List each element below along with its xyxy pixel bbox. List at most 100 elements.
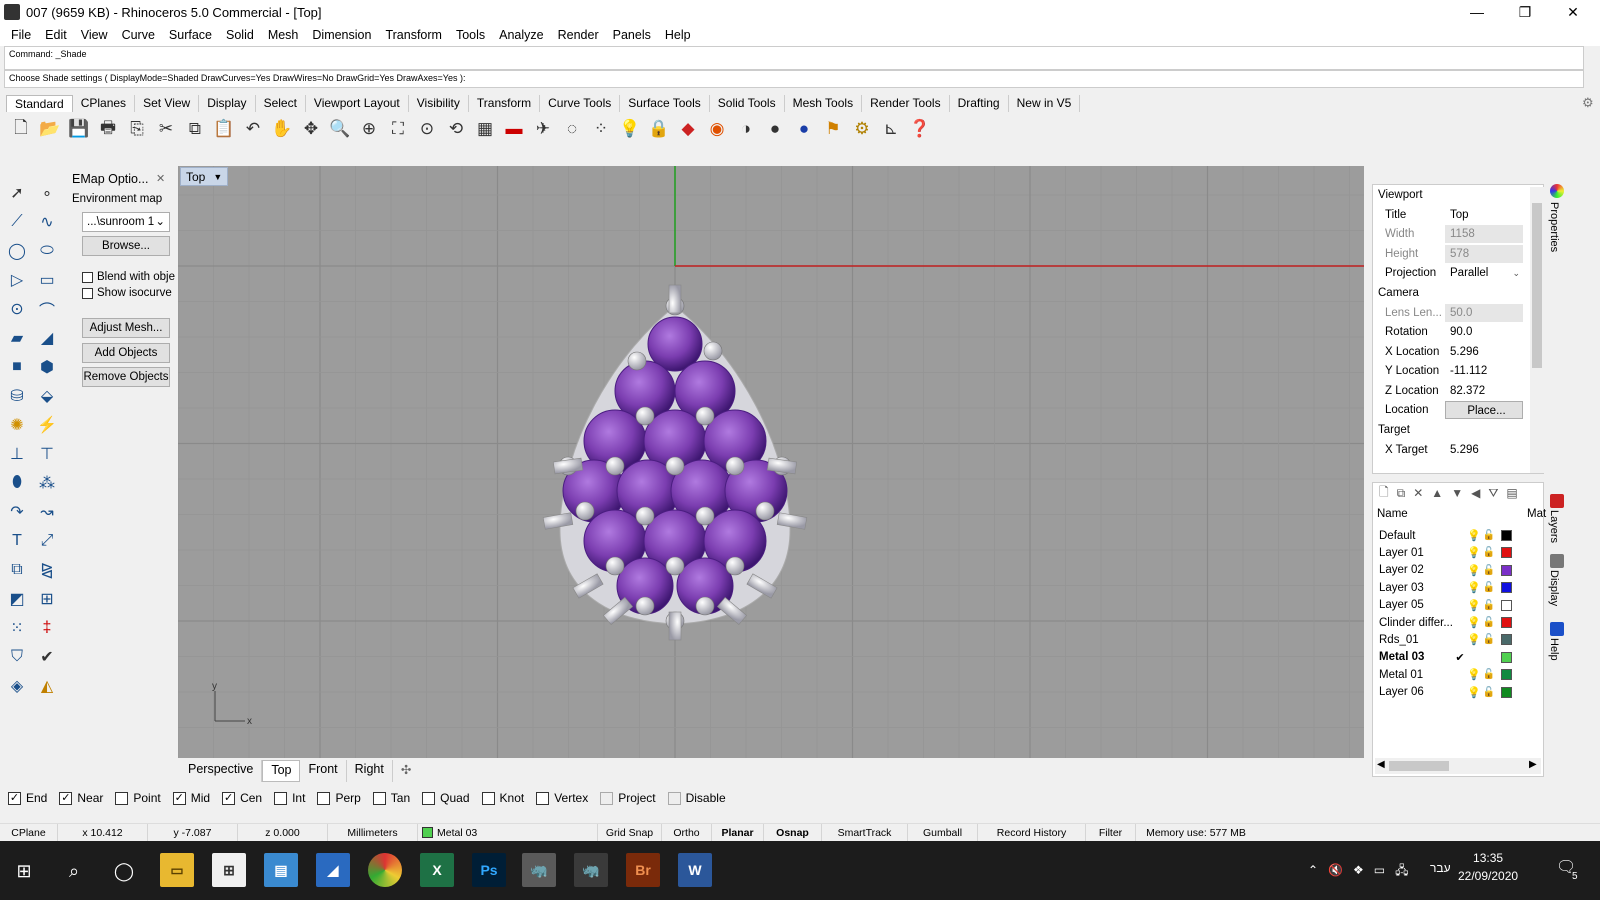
tab-cplanes[interactable]: CPlanes: [73, 95, 136, 112]
rhino-alt-taskbar-icon[interactable]: 🦏: [574, 853, 608, 887]
plane-icon[interactable]: ✈: [530, 116, 556, 142]
properties-side-tab[interactable]: Properties: [1548, 202, 1560, 252]
prop-xtarget-value[interactable]: 5.296: [1445, 441, 1523, 459]
status-layer[interactable]: Metal 03: [418, 823, 598, 842]
osnap-mid[interactable]: ✓ Mid: [172, 791, 210, 805]
menu-curve[interactable]: Curve: [115, 28, 162, 42]
tab-display[interactable]: Display: [199, 95, 256, 112]
search-icon[interactable]: ⌕: [54, 851, 94, 891]
tab-set-view[interactable]: Set View: [135, 95, 200, 112]
analyze-icon[interactable]: ⛉: [2, 642, 32, 671]
layer-row[interactable]: Default 💡 🔓: [1373, 527, 1545, 544]
layers-tab-icon[interactable]: [1550, 494, 1564, 508]
move-parent-icon[interactable]: ◀: [1471, 486, 1480, 500]
layer-row[interactable]: Clinder differ... 💡 🔓: [1373, 614, 1545, 631]
layer-icon[interactable]: ◆: [675, 116, 701, 142]
dropbox-icon[interactable]: ❖: [1353, 863, 1374, 877]
checkbox-box[interactable]: [82, 271, 93, 283]
point-icon[interactable]: ∘: [32, 178, 62, 207]
command-prompt[interactable]: Choose Shade settings ( DisplayMode=Shad…: [4, 70, 1584, 88]
menu-file[interactable]: File: [4, 28, 38, 42]
offset-icon[interactable]: ↷: [2, 497, 32, 526]
curve-icon[interactable]: ∿: [32, 207, 62, 236]
checkbox-box[interactable]: ✓: [222, 791, 236, 805]
layer-visible-icon[interactable]: 💡: [1467, 599, 1481, 612]
circle-center-icon[interactable]: ⊙: [2, 294, 32, 323]
options-gear-icon[interactable]: ⚙: [849, 116, 875, 142]
new-sublayer-icon[interactable]: ⧉: [1397, 486, 1406, 501]
split-icon[interactable]: ⊥: [2, 439, 32, 468]
checkbox-box[interactable]: [115, 791, 129, 805]
menu-view[interactable]: View: [74, 28, 115, 42]
remove-objects-button[interactable]: Remove Objects: [82, 367, 170, 387]
light-icon[interactable]: ✺: [2, 410, 32, 439]
osnap-cen[interactable]: ✓ Cen: [222, 791, 262, 805]
osnap-near[interactable]: ✓ Near: [59, 791, 103, 805]
move-view-icon[interactable]: ✥: [298, 116, 324, 142]
tab-front[interactable]: Front: [300, 760, 347, 782]
battery-icon[interactable]: ▭: [1374, 863, 1395, 877]
surface-icon[interactable]: ▰: [2, 323, 32, 352]
spotlight-icon[interactable]: ⚡: [32, 410, 62, 439]
select-all-icon[interactable]: ◌: [559, 116, 585, 142]
properties-tab-icon[interactable]: [1550, 184, 1564, 198]
tab-curve-tools[interactable]: Curve Tools: [540, 95, 621, 112]
tab-surface-tools[interactable]: Surface Tools: [620, 95, 710, 112]
tab-transform[interactable]: Transform: [469, 95, 541, 112]
checkbox-box[interactable]: ✓: [59, 791, 73, 805]
color-wheel-icon[interactable]: ◉: [704, 116, 730, 142]
layer-unlock-icon[interactable]: 🔓: [1481, 634, 1497, 645]
excel-icon[interactable]: X: [420, 853, 454, 887]
tab-solid-tools[interactable]: Solid Tools: [710, 95, 785, 112]
move-down-icon[interactable]: ▼: [1451, 486, 1463, 500]
export-icon[interactable]: ⎘: [124, 116, 150, 142]
adjust-mesh-button[interactable]: Adjust Mesh...: [82, 318, 170, 338]
checkbox-box[interactable]: [536, 791, 550, 805]
osnap-project[interactable]: Project: [600, 791, 656, 805]
status-grid-snap[interactable]: Grid Snap: [598, 823, 662, 842]
network-icon[interactable]: 🖧: [1395, 863, 1418, 877]
layer-row[interactable]: Rds_01 💡 🔓: [1373, 631, 1545, 648]
paint-icon[interactable]: ◭: [32, 671, 62, 700]
tab-right[interactable]: Right: [347, 760, 393, 782]
tab-visibility[interactable]: Visibility: [409, 95, 469, 112]
text-icon[interactable]: T: [2, 526, 32, 555]
layer-visible-icon[interactable]: 💡: [1467, 633, 1481, 646]
tab-render-tools[interactable]: Render Tools: [862, 95, 950, 112]
checkbox-box[interactable]: ✓: [172, 791, 186, 805]
menu-render[interactable]: Render: [551, 28, 606, 42]
prop-xloc-value[interactable]: 5.296: [1445, 343, 1523, 361]
polygon-icon[interactable]: ▷: [2, 265, 32, 294]
move-up-icon[interactable]: ▲: [1431, 486, 1443, 500]
trim-icon[interactable]: ⊤: [32, 439, 62, 468]
display-side-tab[interactable]: Display: [1548, 570, 1560, 606]
viewport-grid-icon[interactable]: ▦: [472, 116, 498, 142]
environment-map-select[interactable]: ...\sunroom 1 ⌄: [82, 212, 170, 232]
checkbox-box[interactable]: [82, 287, 93, 299]
copy-icon[interactable]: ⧉: [182, 116, 208, 142]
menu-tools[interactable]: Tools: [449, 28, 492, 42]
tab-viewport-layout[interactable]: Viewport Layout: [306, 95, 409, 112]
join-icon[interactable]: ⁂: [32, 468, 62, 497]
help-tab-icon[interactable]: [1550, 622, 1564, 636]
grid-array-icon[interactable]: ⁙: [2, 613, 32, 642]
zoom-extents-icon[interactable]: ⛶: [385, 116, 411, 142]
array-icon[interactable]: ⧉: [2, 555, 32, 584]
tab-drafting[interactable]: Drafting: [950, 95, 1009, 112]
layer-visible-icon[interactable]: 💡: [1467, 686, 1481, 699]
layer-color-swatch[interactable]: [1501, 582, 1512, 594]
layer-visible-icon[interactable]: 💡: [1467, 546, 1481, 559]
undo-icon[interactable]: ↶: [240, 116, 266, 142]
layer-color-swatch[interactable]: [1501, 530, 1512, 541]
zoom-window-icon[interactable]: ⊕: [356, 116, 382, 142]
osnap-tan[interactable]: Tan: [372, 791, 410, 805]
status-record-history[interactable]: Record History: [978, 823, 1086, 842]
restore-button[interactable]: ❐: [1502, 0, 1548, 24]
delete-layer-icon[interactable]: ✕: [1413, 486, 1423, 500]
layer-row[interactable]: Metal 03 ✔: [1373, 649, 1545, 666]
mute-icon[interactable]: 🔇: [1328, 863, 1353, 877]
layer-color-swatch[interactable]: [1501, 617, 1512, 628]
layer-color-swatch[interactable]: [1501, 599, 1512, 611]
checkbox-box[interactable]: [372, 791, 386, 805]
patch-icon[interactable]: ◢: [32, 323, 62, 352]
